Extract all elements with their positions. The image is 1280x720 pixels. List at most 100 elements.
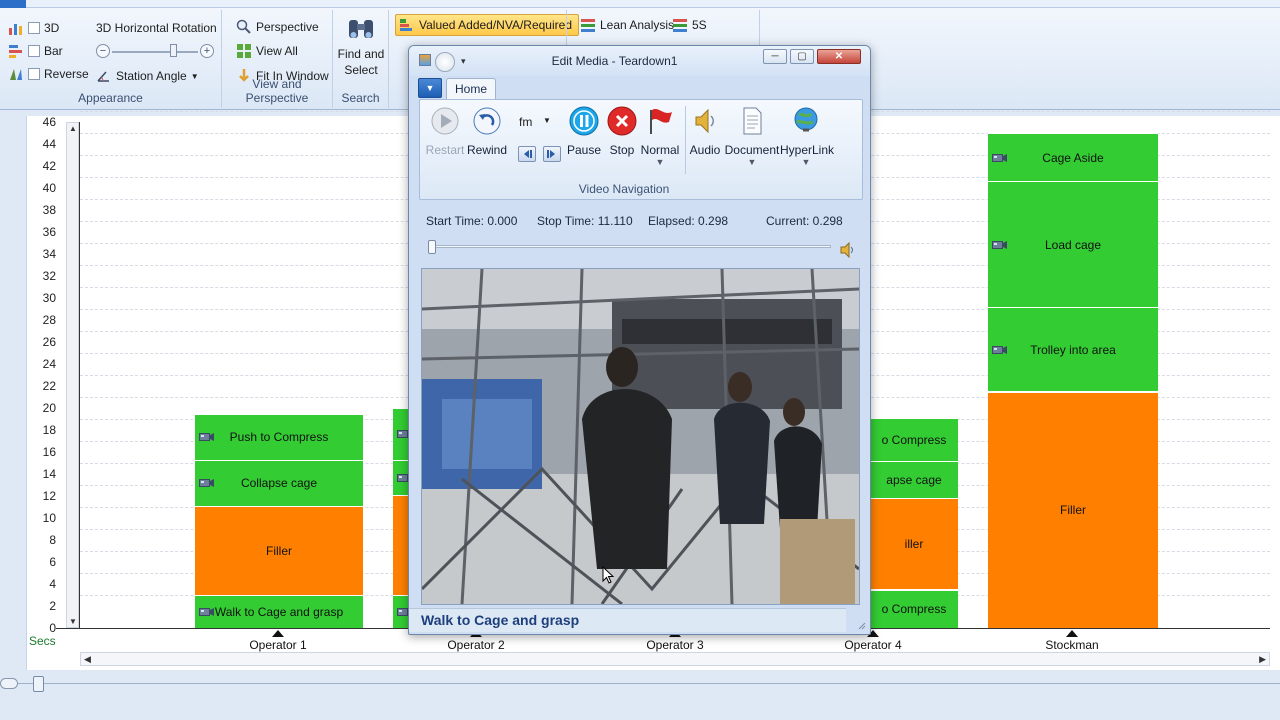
bar-segment[interactable]: Walk to Cage and grasp xyxy=(195,595,363,628)
seek-track[interactable] xyxy=(431,245,831,248)
chk-bar-item[interactable]: Bar xyxy=(8,43,63,59)
checkbox-3d[interactable] xyxy=(28,22,40,34)
app-menu-tab[interactable] xyxy=(0,0,26,8)
rotation-minus-button[interactable]: − xyxy=(96,44,110,58)
bar-segment[interactable]: Filler xyxy=(195,505,363,595)
resize-grip-icon[interactable] xyxy=(856,620,866,630)
units-label: Secs xyxy=(29,634,56,648)
video-camera-icon[interactable] xyxy=(992,240,1008,250)
scroll-right-icon[interactable]: ▶ xyxy=(1259,654,1266,665)
bar-segment-label: Cage Aside xyxy=(1042,150,1104,165)
rotation-plus-button[interactable]: + xyxy=(200,44,214,58)
step-back-button[interactable] xyxy=(518,146,536,162)
checkbox-reverse[interactable] xyxy=(28,68,40,80)
play-icon xyxy=(431,107,459,135)
video-camera-icon[interactable] xyxy=(992,345,1008,355)
chart-3d-icon xyxy=(9,24,22,35)
chk-reverse-item[interactable]: Reverse xyxy=(8,66,89,82)
bar-segment[interactable]: Cage Aside xyxy=(988,133,1158,182)
video-navigation-ribbon: Restart Rewind fm ▼ Pause Stop Normal ▼ xyxy=(419,99,863,200)
video-picture xyxy=(422,269,859,604)
category-label: Operator 4 xyxy=(844,638,902,652)
y-tick-label: 20 xyxy=(42,401,56,415)
bar-segment[interactable]: iller xyxy=(870,498,958,590)
tab-home[interactable]: Home xyxy=(446,78,496,100)
station-angle-dropdown[interactable]: Station Angle ▼ xyxy=(96,68,199,84)
vanva-button[interactable]: Valued Added/NVA/Required xyxy=(395,14,579,36)
audio-label: Audio xyxy=(689,143,721,157)
normal-button[interactable]: Normal ▼ xyxy=(637,106,683,167)
bar-segment[interactable]: Load cage xyxy=(988,181,1158,307)
restart-button[interactable]: Restart xyxy=(422,106,468,157)
flag-icon xyxy=(650,109,672,134)
view-all-button[interactable]: View All xyxy=(236,43,298,59)
rotation-slider-thumb[interactable] xyxy=(170,44,177,57)
label-reverse: Reverse xyxy=(44,67,89,81)
view-group: Perspective View All Fit In Window View … xyxy=(222,10,333,108)
scroll-up-icon[interactable]: ▲ xyxy=(69,124,77,133)
y-axis-scrollbar[interactable]: ▲ ▼ xyxy=(66,122,79,628)
scroll-left-icon[interactable]: ◀ xyxy=(84,654,91,665)
video-camera-icon[interactable] xyxy=(199,478,215,488)
find-select-button[interactable]: Find and Select xyxy=(337,16,385,78)
y-tick-label: 36 xyxy=(42,225,56,239)
bar-segment[interactable]: Trolley into area xyxy=(988,306,1158,392)
y-tick-label: 44 xyxy=(42,137,56,151)
video-camera-icon[interactable] xyxy=(992,153,1008,163)
video-camera-icon[interactable] xyxy=(199,432,215,442)
y-tick-label: 30 xyxy=(42,291,56,305)
video-camera-icon[interactable] xyxy=(199,607,215,617)
close-button[interactable]: ✕ xyxy=(817,49,861,64)
step-forward-button[interactable] xyxy=(543,146,561,162)
y-tick-label: 28 xyxy=(42,313,56,327)
search-group-label: Search xyxy=(341,91,380,105)
dialog-app-menu-button[interactable]: ▼ xyxy=(418,78,442,98)
rewind-button[interactable]: Rewind xyxy=(464,106,510,157)
station-angle-label: Station Angle xyxy=(116,69,187,83)
perspective-button[interactable]: Perspective xyxy=(236,19,319,35)
dialog-tab-row: ▼ Home xyxy=(416,76,863,100)
dialog-titlebar[interactable]: ▾ Edit Media - Teardown1 ─ ▢ ✕ xyxy=(409,46,870,76)
bar-segment[interactable] xyxy=(393,494,409,595)
globe-link-icon xyxy=(794,107,818,132)
minimize-button[interactable]: ─ xyxy=(763,49,787,64)
zoom-thumb[interactable] xyxy=(33,676,44,692)
bar-segment[interactable] xyxy=(393,408,412,460)
bar-segment[interactable]: o Compress xyxy=(870,589,958,628)
zoom-track[interactable] xyxy=(0,683,1280,684)
bar-segment[interactable]: Push to Compress xyxy=(195,413,363,460)
document-button[interactable]: Document ▼ xyxy=(723,106,781,167)
bar-segment[interactable]: Filler xyxy=(988,391,1158,628)
rotation-slider-track[interactable] xyxy=(112,51,198,53)
category-marker[interactable] xyxy=(272,630,284,637)
zoom-bar xyxy=(0,670,1280,700)
bar-segment[interactable]: o Compress xyxy=(870,417,958,461)
find-select-label-2: Select xyxy=(344,63,378,77)
bar-segment[interactable]: Collapse cage xyxy=(195,459,363,506)
chk-3d-item[interactable]: 3D xyxy=(8,20,59,36)
category-label: Operator 1 xyxy=(249,638,307,652)
video-frame[interactable] xyxy=(421,268,860,605)
bar-segment-label: o Compress xyxy=(881,602,947,617)
bar-segment[interactable]: apse cage xyxy=(870,460,958,499)
bar-segment-label: apse cage xyxy=(886,472,942,487)
category-marker[interactable] xyxy=(1066,630,1078,637)
zoom-out-button[interactable] xyxy=(0,678,18,689)
unit-dropdown[interactable]: fm ▼ xyxy=(513,112,551,132)
hyperlink-button[interactable]: HyperLink ▼ xyxy=(780,106,834,167)
volume-icon[interactable] xyxy=(839,242,857,258)
perspective-label: Perspective xyxy=(256,20,319,34)
scroll-down-icon[interactable]: ▼ xyxy=(69,617,77,626)
bar-segment[interactable] xyxy=(393,595,412,628)
horizontal-scrollbar[interactable]: ◀ ▶ xyxy=(80,652,1270,666)
pause-icon xyxy=(569,106,599,136)
bar-segment[interactable] xyxy=(393,459,412,495)
y-tick-label: 22 xyxy=(42,379,56,393)
rewind-icon xyxy=(473,107,501,135)
bar-segment-label: Filler xyxy=(266,543,292,558)
seek-thumb[interactable] xyxy=(428,240,437,254)
maximize-button[interactable]: ▢ xyxy=(790,49,814,64)
checkbox-bar[interactable] xyxy=(28,45,40,57)
rewind-label: Rewind xyxy=(466,143,508,157)
audio-button[interactable]: Audio xyxy=(682,106,728,157)
